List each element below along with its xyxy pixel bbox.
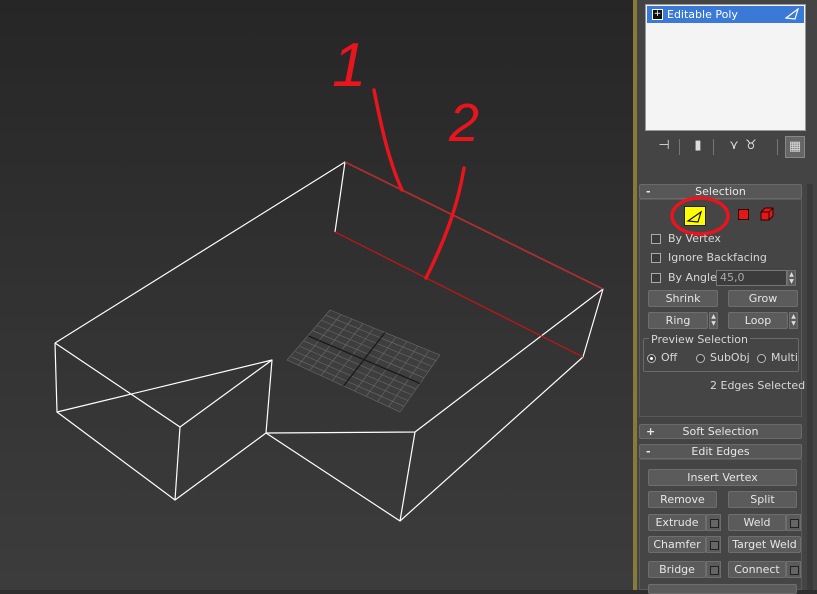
bridge-button[interactable]: Bridge	[648, 561, 706, 578]
angle-spinner[interactable]: ▲ ▼	[787, 270, 796, 286]
modifier-label: Editable Poly	[667, 8, 738, 21]
bridge-settings-icon[interactable]	[706, 561, 721, 578]
preview-multi-radio[interactable]	[757, 354, 766, 363]
extrude-settings-icon[interactable]	[706, 514, 721, 531]
expand-icon[interactable]: +	[652, 9, 663, 20]
edit-edges-title: Edit Edges	[691, 445, 750, 458]
preview-selection-title: Preview Selection	[649, 333, 751, 346]
split-button[interactable]: Split	[728, 491, 797, 508]
selected-edges	[334, 161, 604, 358]
insert-vertex-button[interactable]: Insert Vertex	[648, 469, 797, 486]
grow-button[interactable]: Grow	[728, 290, 798, 307]
connect-settings-icon[interactable]	[786, 561, 801, 578]
panel-scrollbar[interactable]	[807, 184, 813, 590]
ignore-backfacing-label: Ignore Backfacing	[668, 251, 767, 264]
next-row-button-partial[interactable]	[648, 584, 797, 594]
loop-spinner[interactable]: ▲ ▼	[789, 312, 798, 329]
annotation-label-2: 2	[448, 93, 479, 153]
ring-spinner[interactable]: ▲ ▼	[709, 312, 718, 329]
remove-button[interactable]: Remove	[648, 491, 717, 508]
preview-off-label: Off	[661, 351, 678, 364]
weld-settings-icon[interactable]	[786, 514, 801, 531]
command-panel: + Editable Poly ⊣ ▮ ⋎ ♉ ▦ - Selection By…	[637, 0, 817, 594]
by-vertex-checkbox[interactable]	[651, 234, 661, 244]
show-end-result-icon[interactable]: ▮	[689, 136, 707, 156]
selection-status: 2 Edges Selected	[710, 379, 806, 392]
angle-value-field[interactable]: 45,0	[716, 270, 787, 286]
edge-subobject-icon	[785, 8, 799, 20]
remove-modifier-icon[interactable]: ♉	[742, 136, 760, 156]
by-angle-checkbox[interactable]	[651, 273, 661, 283]
edit-edges-rollout-body: Insert Vertex Remove Split Extrude Weld …	[639, 459, 802, 594]
annotation-label-1: 1	[332, 31, 366, 100]
stack-toolbar: ⊣ ▮ ⋎ ♉ ▦	[645, 136, 815, 158]
polygon-mode-icon[interactable]	[738, 209, 749, 220]
chamfer-button[interactable]: Chamfer	[648, 536, 706, 553]
edit-edges-rollout-header[interactable]: - Edit Edges	[639, 444, 802, 459]
element-mode-icon[interactable]	[759, 207, 775, 221]
modifier-stack-list[interactable]: + Editable Poly	[645, 4, 806, 131]
soft-selection-title: Soft Selection	[682, 425, 759, 438]
preview-subobj-label: SubObj	[710, 351, 750, 364]
make-unique-icon[interactable]: ⋎	[725, 136, 743, 156]
weld-button[interactable]: Weld	[728, 514, 786, 531]
perspective-viewport[interactable]: 1 2	[0, 0, 635, 590]
preview-selection-group: Preview Selection Off SubObj Multi	[643, 333, 799, 372]
viewport-scene: 1 2	[54, 31, 604, 522]
shrink-button[interactable]: Shrink	[648, 290, 718, 307]
ignore-backfacing-checkbox[interactable]	[651, 253, 661, 263]
by-vertex-label: By Vertex	[668, 232, 721, 245]
preview-off-radio[interactable]	[647, 354, 656, 363]
extrude-button[interactable]: Extrude	[648, 514, 706, 531]
modifier-stack-item-editable-poly[interactable]: + Editable Poly	[647, 6, 804, 23]
chamfer-settings-icon[interactable]	[706, 536, 721, 553]
configure-modifier-sets-icon[interactable]: ▦	[785, 136, 805, 158]
preview-multi-label: Multi	[771, 351, 798, 364]
loop-button[interactable]: Loop	[728, 312, 788, 329]
by-angle-label: By Angle:	[668, 271, 721, 284]
pin-stack-icon[interactable]: ⊣	[655, 136, 673, 156]
connect-button[interactable]: Connect	[728, 561, 786, 578]
soft-selection-rollout-header[interactable]: + Soft Selection	[639, 424, 802, 439]
ring-button[interactable]: Ring	[648, 312, 708, 329]
selection-rollout-body: By Vertex Ignore Backfacing By Angle: 45…	[639, 196, 806, 417]
preview-subobj-radio[interactable]	[696, 354, 705, 363]
target-weld-button[interactable]: Target Weld	[728, 536, 801, 553]
